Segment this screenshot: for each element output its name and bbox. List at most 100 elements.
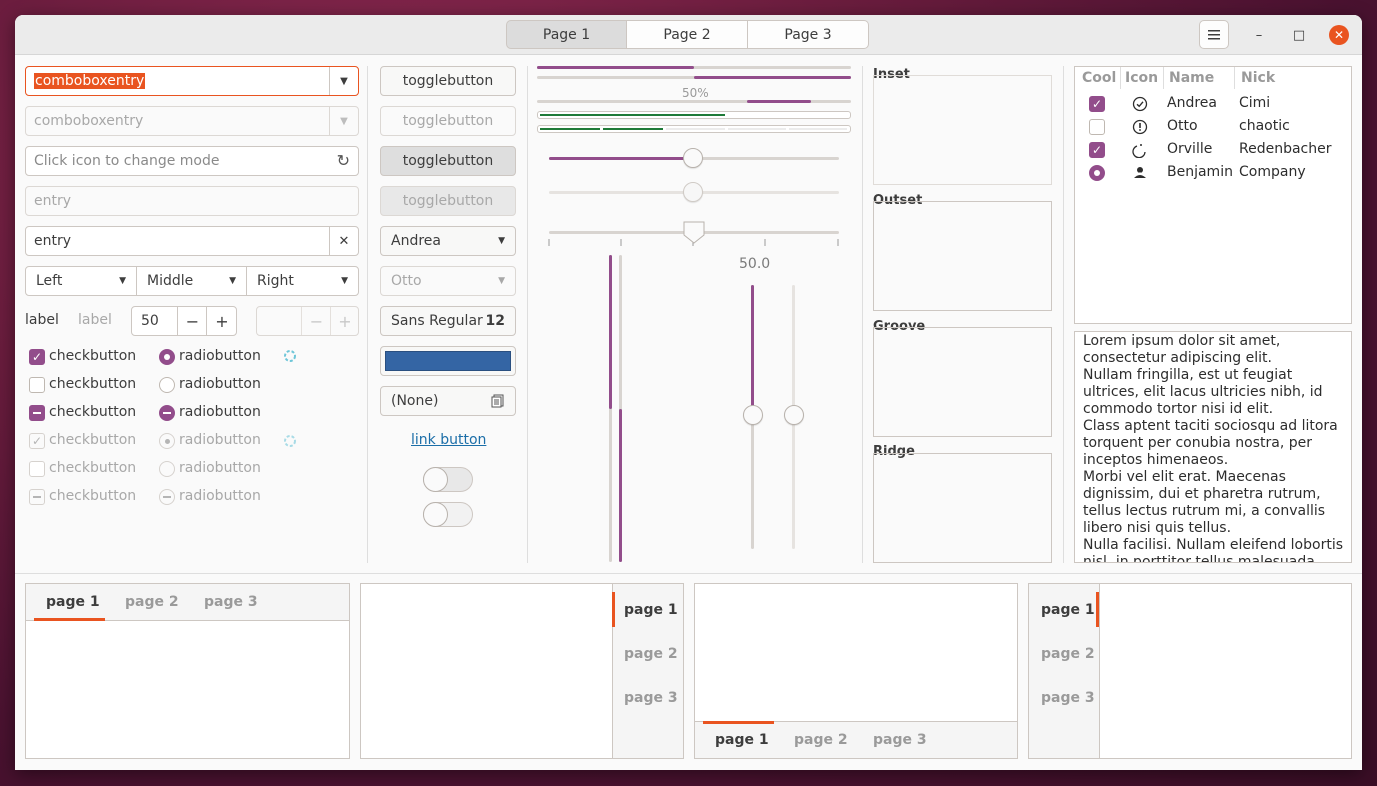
text-line: nisl, in porttitor tellus malesuada bbox=[1083, 554, 1315, 563]
notebook-top-tab-2[interactable]: page 2 bbox=[125, 594, 179, 610]
column-header-name[interactable]: Name bbox=[1169, 70, 1214, 86]
notebook-bottom-tab-2[interactable]: page 2 bbox=[794, 732, 848, 748]
notebook-right-tab-1[interactable]: page 1 bbox=[624, 602, 678, 618]
checkbutton-label[interactable]: checkbutton bbox=[49, 404, 136, 420]
tree-cool-toggle[interactable]: ✓ bbox=[1089, 142, 1105, 158]
moon-icon bbox=[1132, 142, 1148, 162]
active-tab-indicator bbox=[612, 592, 615, 627]
checkbox-mixed[interactable] bbox=[29, 405, 45, 421]
text-line: Nulla facilisi. Nullam eleifend lobortis bbox=[1083, 537, 1343, 553]
mode-entry[interactable]: Click icon to change mode ↻ bbox=[25, 146, 359, 176]
tree-cell-nick[interactable]: Cimi bbox=[1239, 95, 1270, 111]
tree-cell-name[interactable]: Benjamin bbox=[1167, 164, 1233, 180]
tree-cool-toggle[interactable]: ✓ bbox=[1089, 96, 1105, 112]
hscale-3-knob[interactable] bbox=[683, 221, 705, 245]
dropdown-right[interactable]: Right ▼ bbox=[246, 266, 359, 296]
comboboxentry-text: comboboxentry bbox=[34, 73, 146, 89]
reload-icon[interactable]: ↻ bbox=[337, 151, 350, 170]
checkbox-unchecked-disabled bbox=[29, 461, 45, 477]
tree-cell-name[interactable]: Andrea bbox=[1167, 95, 1217, 111]
plus-icon[interactable]: + bbox=[206, 307, 237, 335]
notebook-top-tab-1[interactable]: page 1 bbox=[46, 594, 100, 610]
notebook-left-tab-2[interactable]: page 2 bbox=[1041, 646, 1095, 662]
hscale-2-knob-disabled bbox=[683, 182, 703, 202]
vscale-3-knob[interactable] bbox=[743, 405, 763, 425]
vscale-1-fill bbox=[609, 255, 612, 409]
entry-disabled: entry bbox=[25, 186, 359, 216]
notebook-top-tab-3[interactable]: page 3 bbox=[204, 594, 258, 610]
file-chooser-button[interactable]: (None) bbox=[380, 386, 516, 416]
text-line: ultrices, elit lacus ultricies nibh, id bbox=[1083, 384, 1323, 400]
entry-with-clear[interactable]: entry ✕ bbox=[25, 226, 359, 256]
chevron-down-icon[interactable]: ▼ bbox=[329, 67, 358, 95]
tree-cell-nick[interactable]: chaotic bbox=[1239, 118, 1290, 134]
entry-disabled-placeholder: entry bbox=[34, 193, 72, 209]
radio-mixed[interactable] bbox=[159, 405, 175, 421]
clear-icon[interactable]: ✕ bbox=[329, 227, 358, 255]
notebook-right-tab-2[interactable]: page 2 bbox=[624, 646, 678, 662]
frame-groove bbox=[873, 327, 1052, 437]
tree-cell-nick[interactable]: Redenbacher bbox=[1239, 141, 1332, 157]
column-header-nick[interactable]: Nick bbox=[1241, 70, 1275, 86]
checkbox-checked[interactable]: ✓ bbox=[29, 349, 45, 365]
tab-page-3[interactable]: Page 3 bbox=[748, 20, 869, 49]
column-header-icon[interactable]: Icon bbox=[1125, 70, 1158, 86]
switch-thumb bbox=[423, 467, 448, 492]
text-line: libero nisi quis tellus. bbox=[1083, 520, 1232, 536]
minus-icon[interactable]: − bbox=[177, 307, 207, 335]
checkbutton-label[interactable]: checkbutton bbox=[49, 348, 136, 364]
text-line: Morbi vel elit erat. Maecenas bbox=[1083, 469, 1286, 485]
text-line: Lorem ipsum dolor sit amet, bbox=[1083, 333, 1281, 349]
dropdown-left[interactable]: Left ▼ bbox=[25, 266, 137, 296]
maximize-button[interactable]: □ bbox=[1289, 25, 1309, 45]
notebook-bottom-tab-1[interactable]: page 1 bbox=[715, 732, 769, 748]
text-line: torquent per conubia nostra, per bbox=[1083, 435, 1312, 451]
font-button[interactable]: Sans Regular 12 bbox=[380, 306, 516, 336]
tree-cell-nick[interactable]: Company bbox=[1239, 164, 1306, 180]
notebook-left-tab-1[interactable]: page 1 bbox=[1041, 602, 1095, 618]
togglebutton-1[interactable]: togglebutton bbox=[380, 66, 516, 96]
notebook-right-tab-3[interactable]: page 3 bbox=[624, 690, 678, 706]
link-button[interactable]: link button bbox=[411, 432, 486, 448]
tree-cell-name[interactable]: Otto bbox=[1167, 118, 1198, 134]
radiobutton-label[interactable]: radiobutton bbox=[179, 404, 261, 420]
notebook-bottom-tab-3[interactable]: page 3 bbox=[873, 732, 927, 748]
notebook-left-tab-3[interactable]: page 3 bbox=[1041, 690, 1095, 706]
radio-unchecked[interactable] bbox=[159, 377, 175, 393]
hamburger-menu-icon[interactable] bbox=[1199, 20, 1229, 49]
column-header-cool[interactable]: Cool bbox=[1082, 70, 1116, 86]
vscale-4-knob[interactable] bbox=[784, 405, 804, 425]
checkbox-unchecked[interactable] bbox=[29, 377, 45, 393]
close-button[interactable]: ✕ bbox=[1329, 25, 1349, 45]
minimize-button[interactable]: – bbox=[1249, 25, 1269, 45]
column-separator bbox=[527, 66, 528, 563]
radio-checked[interactable] bbox=[159, 349, 175, 365]
switch-off[interactable] bbox=[423, 467, 473, 492]
tree-cell-name[interactable]: Orville bbox=[1167, 141, 1212, 157]
text-line: commodo tortor nisi id elit. bbox=[1083, 401, 1274, 417]
togglebutton-3-active[interactable]: togglebutton bbox=[380, 146, 516, 176]
comboboxentry-focused[interactable]: comboboxentry ▼ bbox=[25, 66, 359, 96]
text-view[interactable]: Lorem ipsum dolor sit amet, consectetur a… bbox=[1074, 331, 1352, 563]
dropdown-right-label: Right bbox=[257, 273, 294, 289]
tree-cool-toggle[interactable] bbox=[1089, 119, 1105, 135]
combobox-andrea[interactable]: Andrea ▼ bbox=[380, 226, 516, 256]
radiobutton-label[interactable]: radiobutton bbox=[179, 348, 261, 364]
tab-page-2[interactable]: Page 2 bbox=[627, 20, 748, 49]
text-line: tellus lectus rutrum mi, a convallis bbox=[1083, 503, 1326, 519]
spinbutton[interactable]: 50 − + bbox=[131, 306, 237, 336]
person-icon bbox=[1132, 165, 1148, 185]
radiobutton-label[interactable]: radiobutton bbox=[179, 376, 261, 392]
column-divider bbox=[1120, 67, 1121, 89]
hscale-1-fill bbox=[549, 157, 693, 160]
vscale-value-label: 50.0 bbox=[739, 256, 771, 272]
hscale-1-knob[interactable] bbox=[683, 148, 703, 168]
tree-cool-toggle[interactable] bbox=[1089, 165, 1105, 181]
switch-thumb bbox=[423, 502, 448, 527]
radio-checked-disabled bbox=[159, 433, 175, 449]
dropdown-middle[interactable]: Middle ▼ bbox=[136, 266, 247, 296]
color-button[interactable] bbox=[380, 346, 516, 376]
tab-page-1[interactable]: Page 1 bbox=[506, 20, 627, 49]
checkbutton-label[interactable]: checkbutton bbox=[49, 376, 136, 392]
label-disabled: label bbox=[78, 312, 112, 328]
